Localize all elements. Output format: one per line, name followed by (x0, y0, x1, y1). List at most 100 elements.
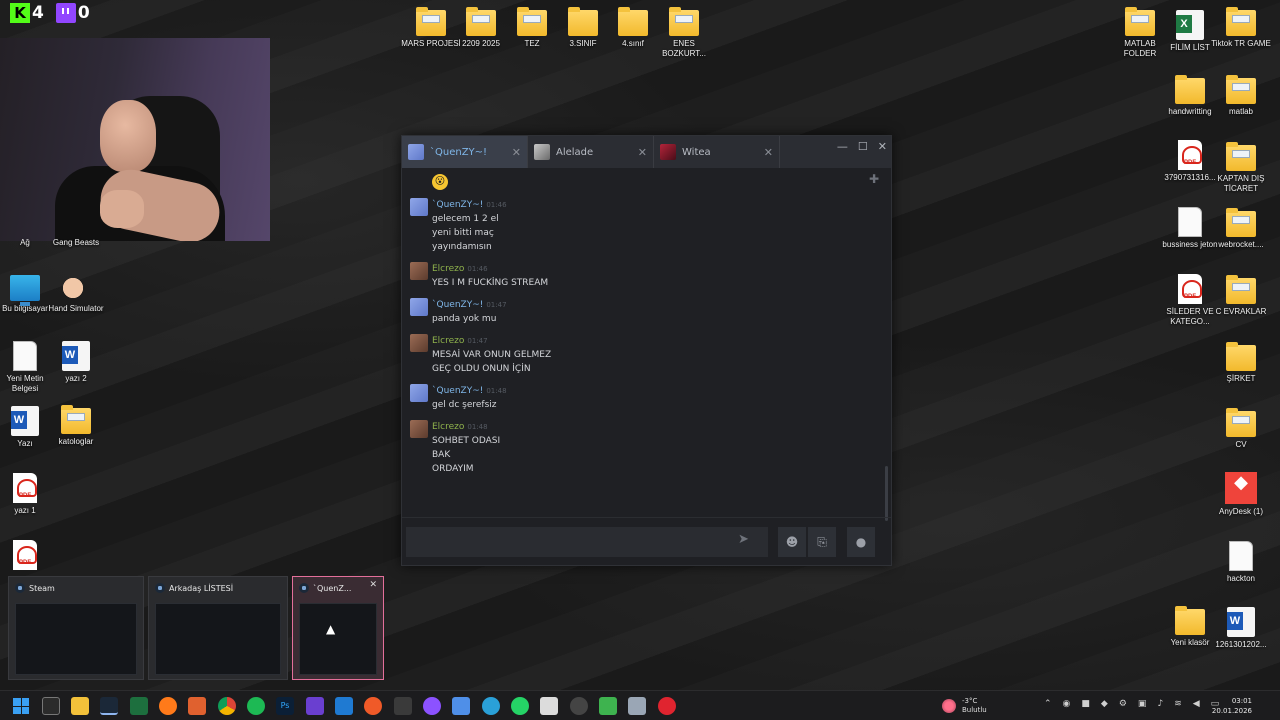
thumbnail-image (15, 603, 137, 675)
opera-icon[interactable] (658, 697, 676, 715)
desktop-icon-yazi-2[interactable]: W yazı 2 (45, 341, 107, 384)
avatar (660, 144, 676, 160)
weather-widget[interactable]: -3°C Bulutlu (942, 697, 987, 715)
thumbnail-title: `QuenZ... (313, 583, 352, 593)
message-author[interactable]: `QuenZY~! (432, 300, 483, 310)
message-author[interactable]: Elcrezo (432, 422, 464, 432)
steam-tray-icon[interactable]: ◉ (1063, 699, 1071, 709)
app-icon[interactable] (188, 697, 206, 715)
app-icon[interactable] (130, 697, 148, 715)
stream-counters: K 4 0 (10, 3, 90, 23)
minimize-icon[interactable]: — (837, 140, 848, 153)
close-icon[interactable]: ✕ (512, 146, 521, 159)
app-icon[interactable] (570, 697, 588, 715)
photoshop-icon[interactable]: Ps (276, 697, 294, 715)
app-tray-icon[interactable]: ⚙ (1119, 699, 1127, 709)
thumbnail-chat[interactable]: `QuenZ... ✕ (292, 576, 384, 680)
desktop-icon-kaptan[interactable]: KAPTAN DIŞ TİCARET (1210, 142, 1272, 194)
tab-quenzy[interactable]: `QuenZY~! ✕ (402, 136, 528, 168)
vscode-icon[interactable] (335, 697, 353, 715)
folder-icon (1226, 408, 1256, 437)
tab-label: `QuenZY~! (430, 146, 488, 158)
weather-icon (942, 699, 956, 713)
desktop-icon-gang-beasts[interactable]: Gang Beasts (45, 238, 107, 248)
whatsapp-icon[interactable] (511, 697, 529, 715)
message-author[interactable]: Elcrezo (432, 264, 464, 274)
close-icon[interactable]: ✕ (638, 146, 647, 159)
chevron-up-icon[interactable]: ⌃ (1044, 699, 1052, 709)
message-line: gel dc şerefsiz (432, 400, 497, 410)
desktop-icon-tiktok[interactable]: Tiktok TR GAME (1210, 7, 1272, 49)
app-icon[interactable] (364, 697, 382, 715)
volume-icon[interactable]: ◀ (1193, 699, 1200, 709)
message-author[interactable]: `QuenZY~! (432, 200, 483, 210)
desktop-icon-hand-simulator[interactable]: Hand Simulator (45, 275, 107, 314)
attach-button[interactable]: ⎘ (808, 527, 836, 557)
hand-icon (61, 275, 91, 301)
message-line: BAK (432, 450, 451, 460)
windows-start-icon[interactable] (13, 698, 29, 714)
tab-alelade[interactable]: Alelade ✕ (528, 136, 654, 168)
chat-message-input[interactable] (406, 527, 768, 557)
folder-icon (1175, 75, 1205, 104)
telegram-icon[interactable] (482, 697, 500, 715)
firefox-icon[interactable] (159, 697, 177, 715)
message-author[interactable]: `QuenZY~! (432, 386, 483, 396)
app-icon[interactable] (599, 697, 617, 715)
wifi-icon[interactable]: ≋ (1174, 699, 1182, 709)
desktop-icon-1261301202[interactable]: W 1261301202... (1210, 607, 1272, 650)
desktop-icon-pdf[interactable]: PDF (0, 540, 56, 573)
folder-icon (517, 7, 547, 36)
desktop-icon-enes-bozkurt[interactable]: ENES BOZKURT... (653, 7, 715, 59)
message-author[interactable]: Elcrezo (432, 336, 464, 346)
thumbnail-friends-list[interactable]: Arkadaş LİSTESİ (148, 576, 288, 680)
send-icon[interactable]: ➤ (738, 532, 749, 547)
app-tray-icon[interactable]: ■ (1081, 699, 1090, 709)
close-icon[interactable]: ✕ (764, 146, 773, 159)
avatar (410, 420, 428, 438)
desktop-icon-hackton[interactable]: hackton (1210, 541, 1272, 584)
desktop-icon-sirket[interactable]: ŞİRKET (1210, 342, 1272, 384)
desktop-icon-c-evraklar[interactable]: C EVRAKLAR (1210, 275, 1272, 317)
spotify-icon[interactable] (247, 697, 265, 715)
app-icon[interactable] (394, 697, 412, 715)
desktop-icon-webrocket[interactable]: webrocket.... (1210, 208, 1272, 250)
twitch-icon (55, 3, 76, 23)
twitch-counter: 0 (55, 3, 90, 23)
clock[interactable]: 03:01 20.01.2026 (1212, 696, 1252, 716)
close-icon[interactable]: ✕ (878, 140, 887, 153)
emoticon-button[interactable]: ☻ (778, 527, 806, 557)
steam-taskbar-icon[interactable] (100, 697, 118, 715)
kick-counter: K 4 (10, 3, 44, 23)
steam-chat-window: `QuenZY~! ✕ Alelade ✕ Witea ✕ — ☐ ✕ 😮 ✚ … (401, 135, 892, 566)
file-explorer-icon[interactable] (71, 697, 89, 715)
app-tray-icon[interactable]: ▣ (1138, 699, 1147, 709)
desktop-icon-katologlar[interactable]: katologlar (45, 405, 107, 447)
task-view-icon[interactable] (42, 697, 60, 715)
desktop-icon-matlab[interactable]: matlab (1210, 75, 1272, 117)
close-icon[interactable]: ✕ (369, 580, 377, 590)
kick-count: 4 (32, 3, 44, 23)
desktop-icon-anydesk[interactable]: AnyDesk (1) (1210, 472, 1272, 517)
maximize-icon[interactable]: ☐ (858, 140, 868, 153)
tab-witea[interactable]: Witea ✕ (654, 136, 780, 168)
app-icon[interactable] (452, 697, 470, 715)
app-icon[interactable] (540, 697, 558, 715)
desktop-icon-yazi-1[interactable]: PDF yazı 1 (0, 473, 56, 516)
desktop-icon-cv[interactable]: CV (1210, 408, 1272, 450)
avatar (410, 298, 428, 316)
microphone-icon[interactable]: ♪ (1157, 699, 1163, 709)
scrollbar[interactable] (885, 466, 888, 521)
excel-icon: X (1176, 10, 1204, 40)
app-icon[interactable] (306, 697, 324, 715)
app-icon[interactable] (628, 697, 646, 715)
thumbnail-steam[interactable]: Steam (8, 576, 144, 680)
text-file-icon (1229, 541, 1253, 571)
add-friend-icon[interactable]: ✚ (869, 172, 879, 186)
voice-button[interactable]: ● (847, 527, 875, 557)
app-tray-icon[interactable]: ◆ (1101, 699, 1108, 709)
message-time: 01:48 (486, 387, 507, 395)
chrome-icon[interactable] (218, 697, 236, 715)
app-icon[interactable] (423, 697, 441, 715)
system-tray: ⌃ ◉ ■ ◆ ⚙ ▣ ♪ ≋ ◀ ▭ (1044, 699, 1219, 709)
